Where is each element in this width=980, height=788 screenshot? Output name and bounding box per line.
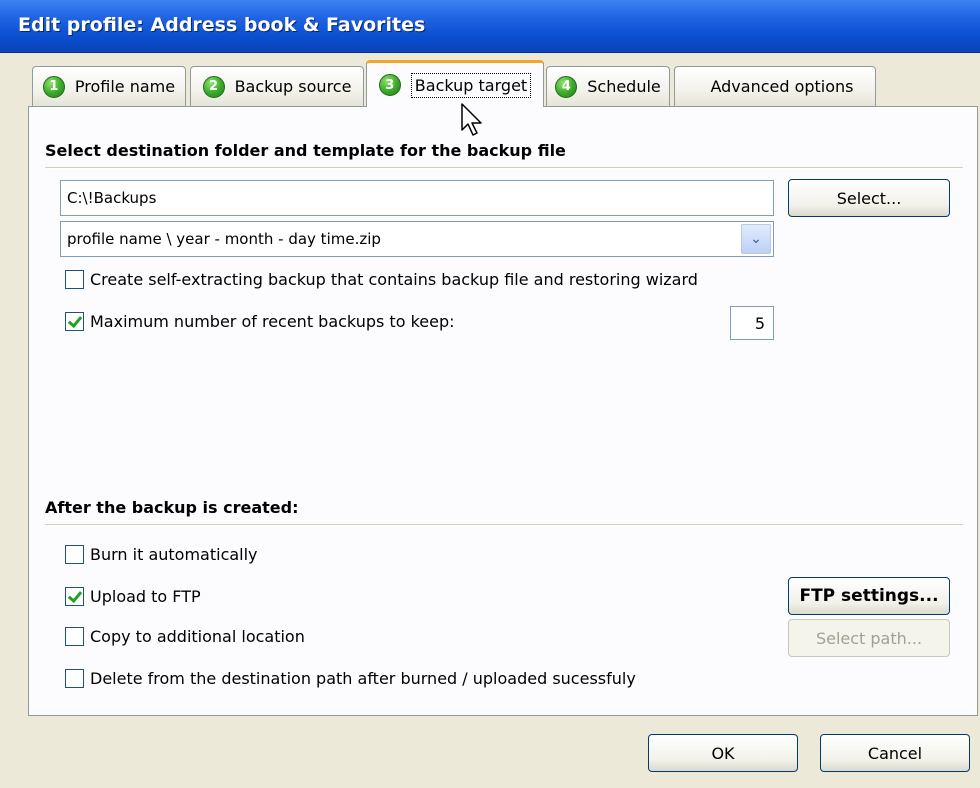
- green-circle-number-icon: 1: [42, 75, 65, 98]
- self-extracting-option[interactable]: Create self-extracting backup that conta…: [65, 270, 698, 289]
- tab-label: Profile name: [74, 77, 176, 96]
- tab-schedule[interactable]: 4 Schedule: [546, 66, 670, 106]
- max-backups-count-input[interactable]: 5: [730, 306, 774, 340]
- tab-backup-source[interactable]: 2 Backup source: [190, 66, 364, 106]
- arrow-cursor-icon: [461, 103, 482, 136]
- delete-after-option[interactable]: Delete from the destination path after b…: [65, 669, 636, 688]
- section-divider: [45, 524, 963, 526]
- ok-button[interactable]: OK: [648, 734, 798, 772]
- tab-panel-backup-target: Select destination folder and template f…: [28, 106, 978, 716]
- tab-profile-name[interactable]: 1 Profile name: [32, 66, 186, 106]
- after-backup-section-title: After the backup is created:: [45, 498, 299, 517]
- destination-folder-input[interactable]: C:\!Backups: [60, 180, 774, 216]
- chevron-down-icon[interactable]: ⌄: [741, 224, 771, 254]
- tab-backup-target[interactable]: 3 Backup target: [366, 60, 544, 107]
- burn-checkbox[interactable]: [65, 545, 84, 564]
- self-extracting-checkbox[interactable]: [65, 270, 84, 289]
- green-circle-number-icon: 3: [378, 74, 401, 96]
- green-circle-number-icon: 2: [202, 75, 225, 98]
- upload-ftp-label: Upload to FTP: [90, 587, 201, 606]
- destination-section-title: Select destination folder and template f…: [45, 141, 566, 160]
- filename-template-value: profile name \ year - month - day time.z…: [67, 230, 381, 248]
- select-path-button[interactable]: Select path...: [788, 619, 950, 657]
- delete-after-label: Delete from the destination path after b…: [90, 669, 636, 688]
- burn-option[interactable]: Burn it automatically: [65, 545, 258, 564]
- copy-location-checkbox[interactable]: [65, 627, 84, 646]
- window-title: Edit profile: Address book & Favorites: [18, 14, 426, 36]
- section-divider: [45, 167, 963, 169]
- filename-template-combo[interactable]: profile name \ year - month - day time.z…: [60, 221, 774, 257]
- ftp-settings-button[interactable]: FTP settings...: [788, 577, 950, 615]
- delete-after-checkbox[interactable]: [65, 669, 84, 688]
- tab-label: Backup source: [234, 77, 352, 96]
- tab-advanced-options[interactable]: Advanced options: [674, 66, 876, 106]
- upload-ftp-checkbox[interactable]: [65, 587, 84, 606]
- copy-location-option[interactable]: Copy to additional location: [65, 627, 305, 646]
- cancel-button[interactable]: Cancel: [820, 734, 970, 772]
- green-circle-number-icon: 4: [555, 75, 578, 98]
- select-folder-button[interactable]: Select...: [788, 179, 950, 217]
- max-backups-checkbox[interactable]: [65, 312, 84, 331]
- copy-location-label: Copy to additional location: [90, 627, 305, 646]
- tab-label: Advanced options: [710, 77, 854, 96]
- self-extracting-label: Create self-extracting backup that conta…: [90, 270, 698, 289]
- burn-label: Burn it automatically: [90, 545, 258, 564]
- max-backups-label: Maximum number of recent backups to keep…: [90, 312, 455, 331]
- tab-label: Backup target: [410, 72, 532, 98]
- upload-ftp-option[interactable]: Upload to FTP: [65, 587, 201, 606]
- tab-label: Schedule: [587, 77, 661, 96]
- title-bar: Edit profile: Address book & Favorites: [0, 0, 980, 53]
- max-backups-option[interactable]: Maximum number of recent backups to keep…: [65, 312, 455, 331]
